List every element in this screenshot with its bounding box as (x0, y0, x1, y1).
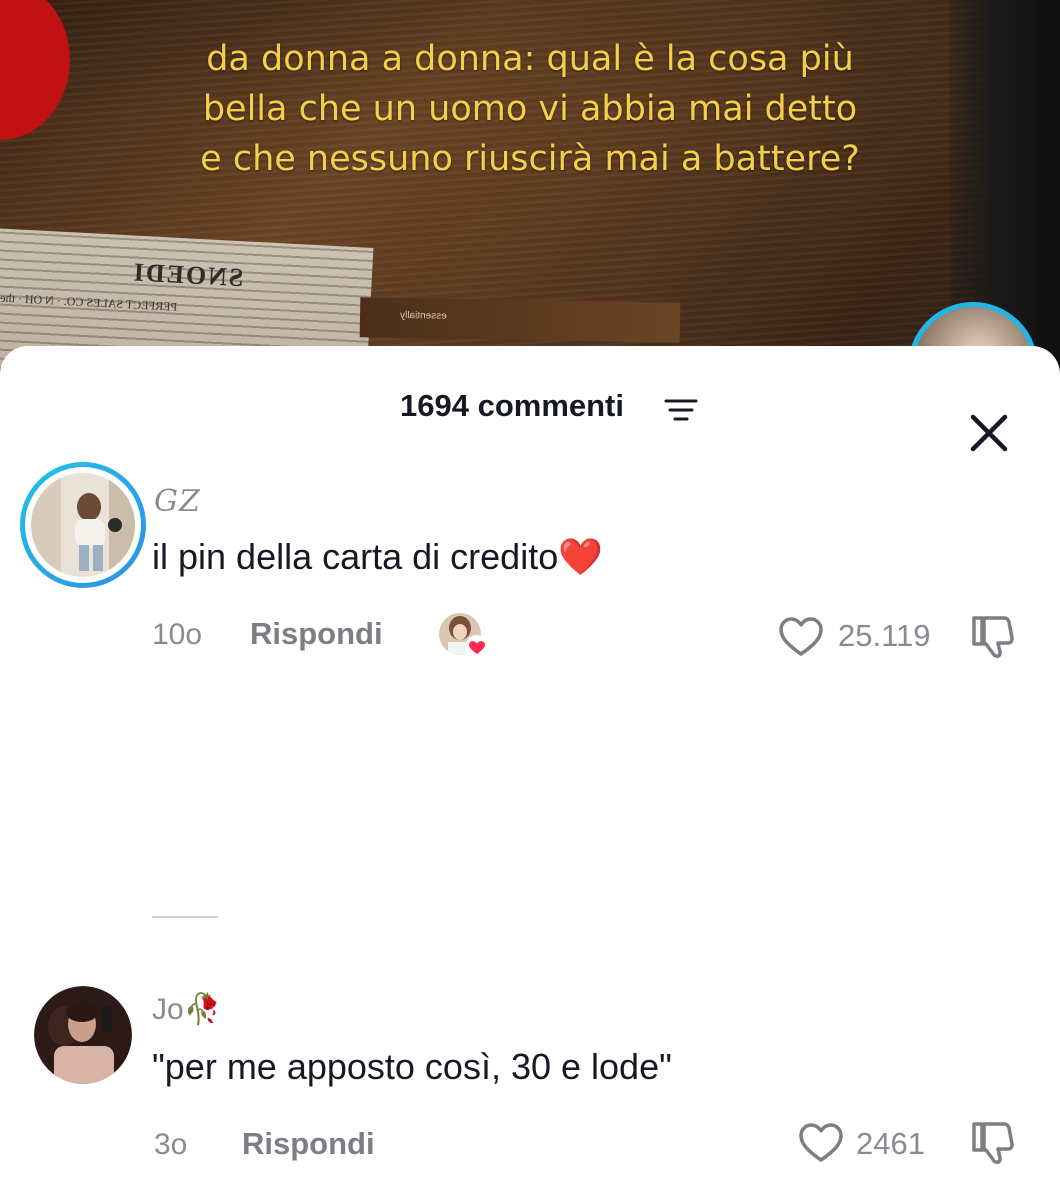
comment-time: 10o (152, 618, 203, 651)
video-wood-board: essentially (359, 297, 681, 343)
avatar[interactable] (20, 462, 146, 588)
comment-username[interactable]: GZ (154, 484, 201, 519)
video-caption: da donna a donna: qual è la cosa più bel… (200, 39, 860, 179)
comments-header: 1694 commenti (0, 376, 1060, 452)
creator-liked-badge (438, 612, 489, 659)
newspaper-small-text: PERFECT SALES CO. · N OH · the (0, 290, 178, 314)
comment-username[interactable]: Jo🥀 (152, 992, 221, 1027)
comment-text: "per me apposto così, 30 e lode" (152, 1046, 672, 1087)
board-tag: essentially (399, 309, 447, 322)
replies-divider (152, 916, 218, 918)
heart-badge-icon (465, 635, 489, 659)
avatar-image (31, 473, 135, 577)
reply-button[interactable]: Rispondi (250, 616, 383, 652)
avatar-image (34, 986, 132, 1084)
like-count: 2461 (856, 1126, 925, 1161)
newspaper-headline: SNOEDI (131, 257, 245, 293)
close-x-icon[interactable] (968, 412, 1010, 454)
comment-text: il pin della carta di credito❤️ (152, 536, 604, 577)
video-background[interactable]: SNOEDI PERFECT SALES CO. · N OH · the es… (0, 0, 1060, 380)
comment-time: 3o (154, 1128, 188, 1161)
heart-outline-icon[interactable] (798, 1122, 844, 1164)
comments-sheet: 1694 commenti GZ il pin della carta di c… (0, 346, 1060, 1200)
reply-button[interactable]: Rispondi (242, 1126, 375, 1162)
comment-count: 1694 commenti (400, 388, 624, 423)
thumbs-down-icon[interactable] (970, 614, 1018, 660)
like-count: 25.119 (838, 618, 931, 653)
heart-outline-icon[interactable] (778, 616, 824, 658)
thumbs-down-icon[interactable] (970, 1120, 1018, 1166)
avatar[interactable] (34, 986, 132, 1084)
filter-lines-icon[interactable] (664, 398, 698, 422)
